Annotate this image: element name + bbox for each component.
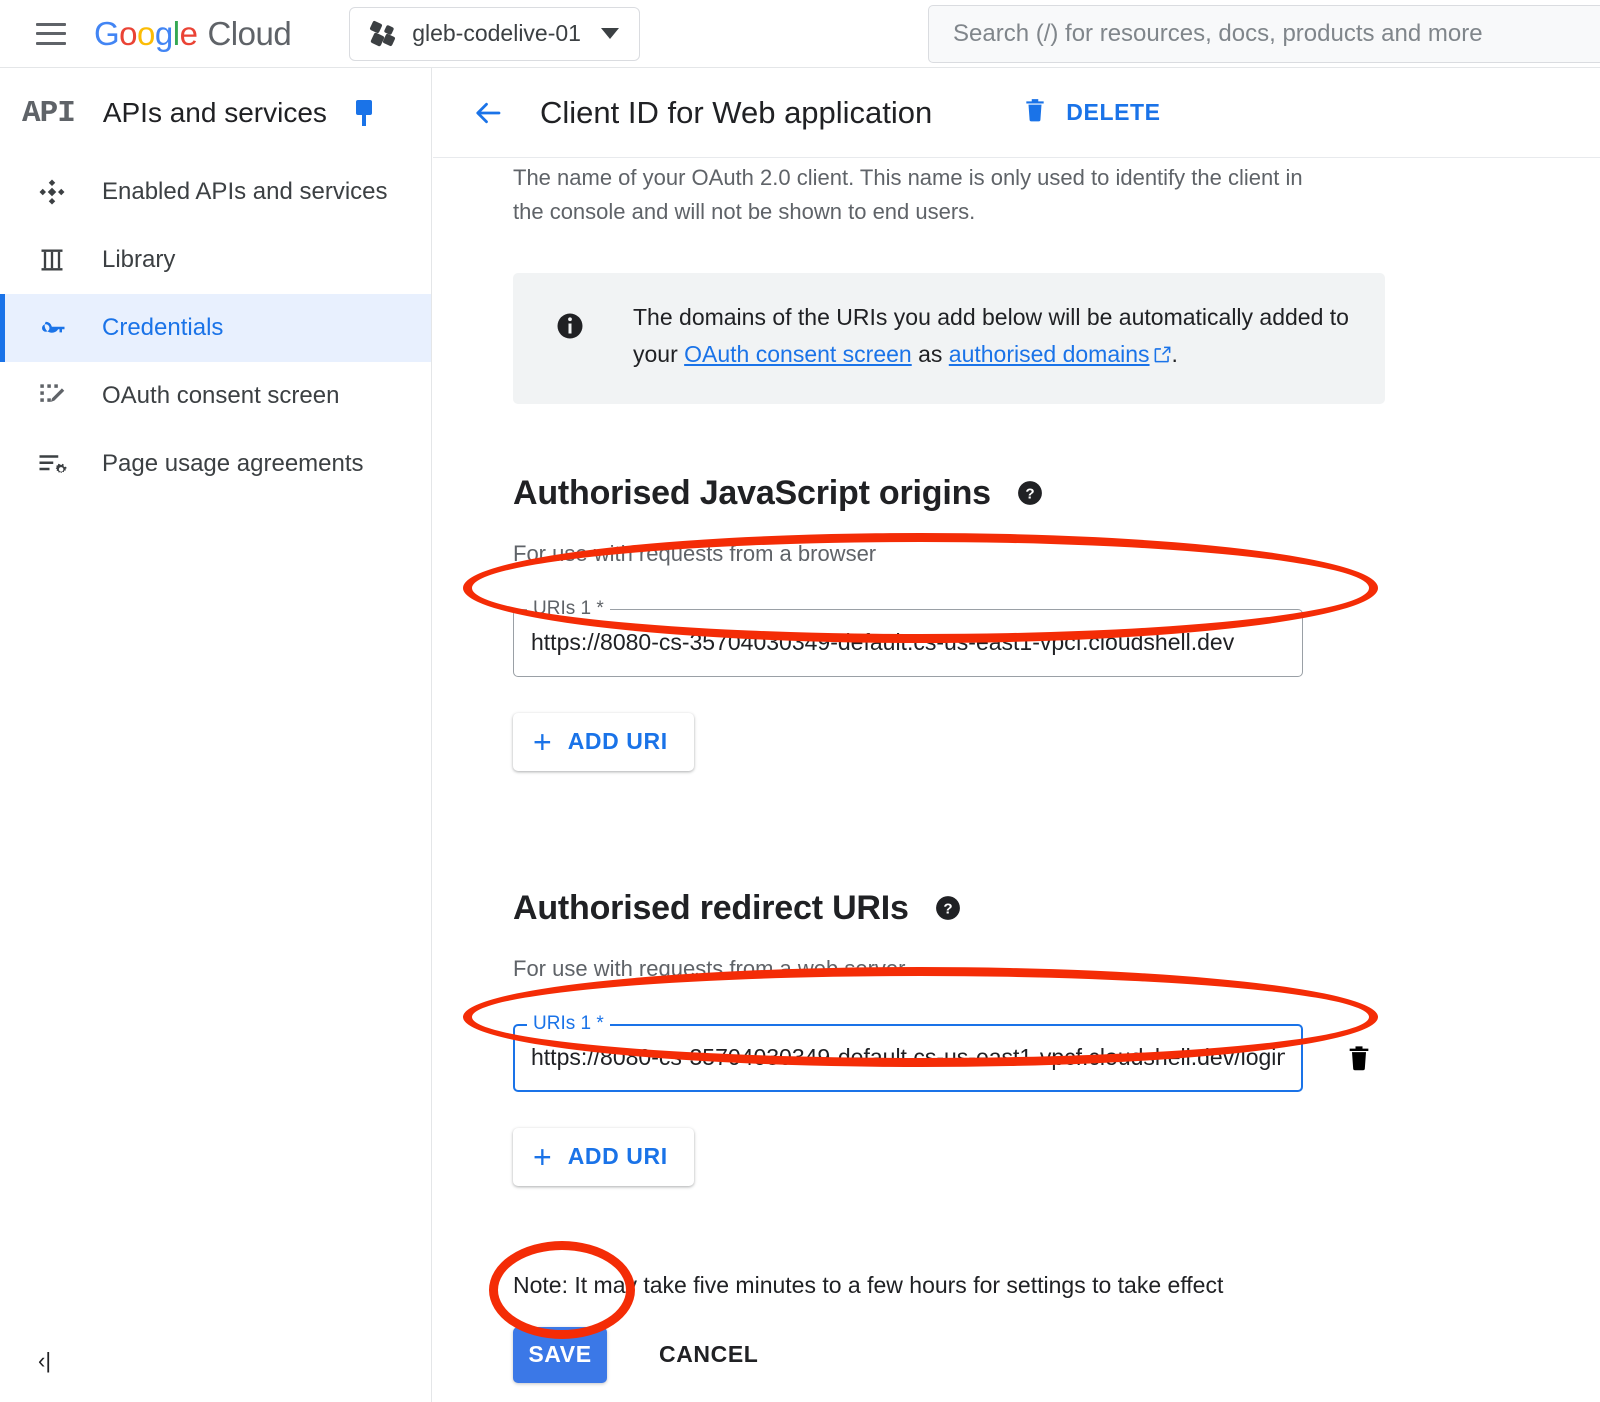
consent-badge-icon [30, 379, 74, 413]
redirect-uris-heading-row: Authorised redirect URIs ? [513, 889, 1600, 928]
project-selector[interactable]: gleb-codelive-01 [349, 6, 640, 61]
info-banner-text: The domains of the URIs you add below wi… [633, 299, 1355, 374]
add-uri-button-js-origins[interactable]: + ADD URI [513, 712, 694, 771]
chevron-down-icon [600, 28, 619, 39]
redirect-uris-heading: Authorised redirect URIs [513, 888, 909, 927]
logo-letter-g2: g [154, 14, 173, 52]
client-name-helper-text: The name of your OAuth 2.0 client. This … [513, 165, 1303, 225]
delete-label: DELETE [1066, 99, 1161, 125]
js-origins-heading-row: Authorised JavaScript origins ? [513, 474, 1600, 513]
sidebar-item-label: Credentials [102, 314, 224, 341]
js-origin-uri-field[interactable]: URIs 1 * [513, 597, 1303, 677]
diamond-grid-icon [30, 175, 74, 209]
sidebar: API APIs and services Enabled APIs and s… [0, 68, 432, 1402]
js-origin-uri-input[interactable] [513, 608, 1303, 677]
settings-body: The name of your OAuth 2.0 client. This … [433, 161, 1600, 1383]
logo-word-cloud: Cloud [207, 14, 292, 52]
settings-note: Note: It may take five minutes to a few … [513, 1271, 1224, 1298]
add-uri-button-redirect-uris[interactable]: + ADD URI [513, 1127, 694, 1186]
external-link-icon [1153, 338, 1172, 374]
sidebar-item-label: OAuth consent screen [102, 382, 340, 409]
plus-icon: + [533, 1138, 552, 1175]
google-cloud-logo: Google Cloud [94, 14, 292, 53]
sidebar-header: API APIs and services [0, 68, 431, 158]
content-area: Client ID for Web application DELETE The… [433, 68, 1600, 1402]
pin-icon[interactable] [353, 100, 375, 126]
trash-icon [1022, 94, 1048, 131]
help-icon[interactable]: ? [935, 895, 961, 921]
plus-icon: + [533, 723, 552, 760]
top-bar: Google Cloud gleb-codelive-01 [0, 0, 1600, 68]
library-columns-icon [30, 243, 74, 277]
sidebar-item-label: Page usage agreements [102, 450, 364, 477]
back-arrow-icon[interactable] [468, 92, 510, 134]
sidebar-item-credentials[interactable]: Credentials [0, 294, 431, 362]
js-origins-subtitle: For use with requests from a browser [513, 540, 877, 566]
project-dots-icon [369, 19, 396, 47]
sidebar-item-page-usage-agreements[interactable]: Page usage agreements [0, 430, 431, 498]
redirect-uris-subtitle: For use with requests from a web server [513, 955, 906, 981]
content-header: Client ID for Web application DELETE [433, 68, 1600, 158]
sidebar-item-label: Enabled APIs and services [102, 178, 388, 205]
delete-redirect-uri-icon[interactable] [1345, 1041, 1373, 1075]
info-text-part3: . [1171, 340, 1178, 367]
help-icon[interactable]: ? [1017, 480, 1043, 506]
sidebar-title: APIs and services [102, 97, 327, 128]
logo-letter-g1: G [94, 14, 120, 52]
info-banner: The domains of the URIs you add below wi… [513, 273, 1385, 404]
save-button[interactable]: SAVE [513, 1326, 607, 1383]
logo-letter-l: l [172, 14, 180, 52]
sidebar-item-library[interactable]: Library [0, 226, 431, 294]
delete-button[interactable]: DELETE [1022, 94, 1160, 131]
project-name-label: gleb-codelive-01 [412, 20, 581, 46]
svg-text:?: ? [1025, 486, 1034, 503]
logo-letter-e: e [179, 14, 198, 52]
authorised-domains-link[interactable]: authorised domains [949, 341, 1150, 367]
api-logo: API [22, 95, 76, 131]
form-actions: SAVE CANCEL [513, 1326, 1600, 1383]
info-icon [555, 311, 585, 341]
sidebar-item-oauth-consent-screen[interactable]: OAuth consent screen [0, 362, 431, 430]
sidebar-item-label: Library [102, 246, 176, 273]
info-text-part2: as [911, 340, 949, 367]
svg-text:?: ? [943, 901, 952, 918]
js-origins-heading: Authorised JavaScript origins [513, 473, 991, 512]
logo-letter-o2: o [137, 14, 155, 52]
hamburger-menu-icon[interactable] [36, 22, 66, 45]
key-icon [30, 311, 74, 345]
redirect-uri-field[interactable]: URIs 1 * [513, 1012, 1303, 1092]
list-gear-icon [30, 447, 74, 481]
oauth-consent-screen-link[interactable]: OAuth consent screen [684, 341, 912, 367]
redirect-uris-field-row: URIs 1 * [513, 1012, 1600, 1092]
js-origins-field-row: URIs 1 * [513, 597, 1600, 677]
collapse-panel-icon[interactable]: ‹| [38, 1348, 51, 1374]
page-title: Client ID for Web application [540, 94, 933, 130]
add-uri-label: ADD URI [567, 728, 668, 755]
sidebar-item-enabled-apis[interactable]: Enabled APIs and services [0, 158, 431, 226]
cancel-button[interactable]: CANCEL [653, 1340, 764, 1369]
logo-letter-o1: o [119, 14, 138, 52]
add-uri-label: ADD URI [567, 1143, 668, 1170]
search-input[interactable] [951, 19, 1600, 49]
redirect-uri-input[interactable] [513, 1023, 1303, 1092]
search-box[interactable] [928, 5, 1600, 63]
